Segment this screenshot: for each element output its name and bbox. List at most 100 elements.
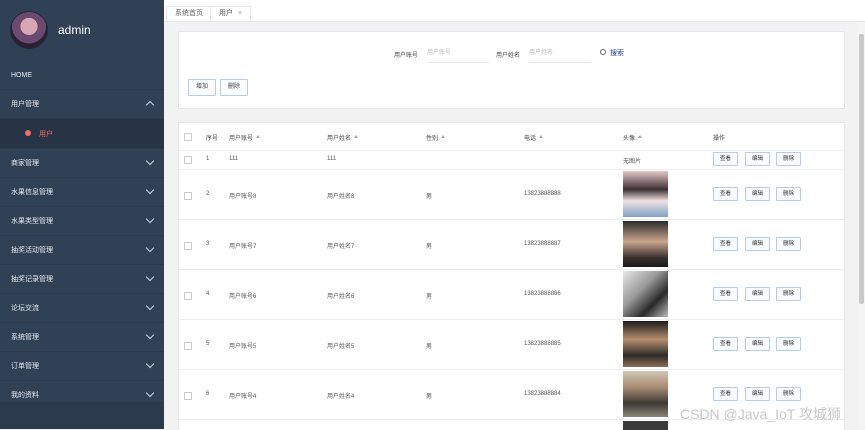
header-gender[interactable]: 性别	[426, 133, 446, 142]
chevron-down-icon	[145, 388, 155, 398]
menu-item-user[interactable]: 用户	[0, 119, 164, 149]
menu-item-merchant[interactable]: 商家管理	[0, 149, 164, 178]
view-button[interactable]: 查看	[713, 237, 739, 251]
cell-account: 用户账号6	[229, 294, 257, 300]
tabs-bar: 系统首页 用户 ×	[164, 0, 865, 22]
menu-item-home[interactable]: HOME	[0, 61, 164, 90]
tab-home[interactable]: 系统首页	[166, 6, 212, 21]
delete-row-button[interactable]: 删除	[776, 187, 802, 201]
edit-button[interactable]: 编辑	[745, 337, 771, 351]
view-button[interactable]: 查看	[713, 187, 739, 201]
menu-item-fruit-info[interactable]: 水果信息管理	[0, 178, 164, 207]
view-button[interactable]: 查看	[713, 152, 739, 166]
tab-user[interactable]: 用户 ×	[210, 6, 252, 21]
cell-gender: 男	[426, 344, 433, 350]
menu-label: 商家管理	[11, 160, 39, 167]
row-checkbox[interactable]	[184, 342, 192, 350]
tab-label: 系统首页	[175, 10, 203, 17]
menu-item-forum[interactable]: 论坛交流	[0, 294, 164, 323]
view-button[interactable]: 查看	[713, 287, 739, 301]
cell-phone: 13823888888	[524, 191, 561, 197]
header-actions: 操作	[713, 136, 726, 142]
edit-button[interactable]: 编辑	[745, 187, 771, 201]
add-button[interactable]: 增加	[188, 79, 217, 96]
edit-button[interactable]: 编辑	[745, 152, 771, 166]
delete-button[interactable]: 删除	[220, 79, 249, 96]
header-label: 头像	[623, 136, 636, 142]
search-panel: 用户账号 用户账号 用户姓名 用户姓名 搜索 增加 删除	[178, 31, 845, 109]
sort-icon	[256, 135, 261, 138]
name-search-input[interactable]: 用户姓名	[529, 45, 591, 63]
admin-avatar	[10, 11, 48, 49]
avatar-image	[623, 171, 668, 217]
table-row: 1 111 111 无图片 查看 编辑 删除	[179, 150, 844, 170]
row-checkbox[interactable]	[184, 392, 192, 400]
row-checkbox[interactable]	[184, 192, 192, 200]
avatar-image	[623, 371, 668, 417]
header-label: 用户姓名	[327, 136, 352, 142]
sort-icon	[638, 135, 643, 138]
cell-no: 6	[206, 391, 210, 397]
account-search-input[interactable]: 用户账号	[427, 45, 489, 63]
row-checkbox[interactable]	[184, 156, 192, 164]
menu-item-orders[interactable]: 订单管理	[0, 352, 164, 381]
header-avatar[interactable]: 头像	[623, 133, 643, 142]
chevron-down-icon	[145, 156, 155, 166]
menu-label: 水果类型管理	[11, 218, 53, 225]
delete-row-button[interactable]: 删除	[776, 152, 802, 166]
search-button[interactable]: 搜索	[597, 45, 627, 62]
cell-no: 3	[206, 241, 210, 247]
delete-row-button[interactable]: 删除	[776, 237, 802, 251]
edit-button[interactable]: 编辑	[745, 287, 771, 301]
chevron-down-icon	[145, 272, 155, 282]
menu-item-user-management[interactable]: 用户管理	[0, 90, 164, 119]
avatar-image	[623, 321, 668, 367]
edit-button[interactable]: 编辑	[745, 387, 771, 401]
sidebar-footer	[0, 402, 164, 429]
row-checkbox[interactable]	[184, 292, 192, 300]
cell-no: 1	[206, 156, 210, 162]
cell-account: 用户账号7	[229, 244, 257, 250]
cell-account: 用户账号4	[229, 394, 257, 400]
scrollbar-thumb[interactable]	[859, 34, 864, 304]
cell-phone: 13823888887	[524, 241, 561, 247]
search-icon	[600, 49, 606, 55]
chevron-down-icon	[145, 185, 155, 195]
menu-item-system[interactable]: 系统管理	[0, 323, 164, 352]
cell-account: 用户账号8	[229, 194, 257, 200]
sidebar: admin HOME 用户管理 用户 商家管理 水果信息管理 水果类型管理 抽奖…	[0, 0, 164, 429]
header-no: 序号	[206, 136, 219, 142]
sort-icon	[539, 135, 544, 138]
cell-name: 用户姓名6	[327, 294, 355, 300]
menu-item-lottery-record[interactable]: 抽奖记录管理	[0, 265, 164, 294]
close-icon[interactable]: ×	[238, 10, 242, 17]
table-row: 4 用户账号6 用户姓名6 男 13823888886 查看 编辑 删除	[179, 269, 844, 320]
delete-row-button[interactable]: 删除	[776, 287, 802, 301]
header-name[interactable]: 用户姓名	[327, 133, 359, 142]
cell-name: 111	[327, 156, 337, 162]
cell-no: 4	[206, 291, 210, 297]
menu-label: 抽奖活动管理	[11, 247, 53, 254]
cell-gender: 男	[426, 244, 433, 250]
row-checkbox[interactable]	[184, 242, 192, 250]
view-button[interactable]: 查看	[713, 337, 739, 351]
view-button[interactable]: 查看	[713, 387, 739, 401]
cell-account: 用户账号5	[229, 344, 257, 350]
header-label: 性别	[426, 136, 439, 142]
edit-button[interactable]: 编辑	[745, 237, 771, 251]
menu-item-fruit-type[interactable]: 水果类型管理	[0, 207, 164, 236]
chevron-down-icon	[145, 243, 155, 253]
delete-row-button[interactable]: 删除	[776, 337, 802, 351]
select-all-checkbox[interactable]	[184, 133, 192, 141]
menu-item-lottery-activity[interactable]: 抽奖活动管理	[0, 236, 164, 265]
cell-gender: 男	[426, 294, 433, 300]
delete-row-button[interactable]: 删除	[776, 387, 802, 401]
user-table: 序号 用户账号 用户姓名 性别 电话 头像 操作 1 111 111 无图片 查…	[178, 122, 845, 430]
menu-label: 系统管理	[11, 334, 39, 341]
header-phone[interactable]: 电话	[524, 133, 544, 142]
chevron-down-icon	[145, 359, 155, 369]
sidebar-menu: HOME 用户管理 用户 商家管理 水果信息管理 水果类型管理 抽奖活动管理 抽…	[0, 61, 164, 410]
menu-label: 抽奖记录管理	[11, 276, 53, 283]
header-account[interactable]: 用户账号	[229, 133, 261, 142]
sort-icon	[354, 135, 359, 138]
